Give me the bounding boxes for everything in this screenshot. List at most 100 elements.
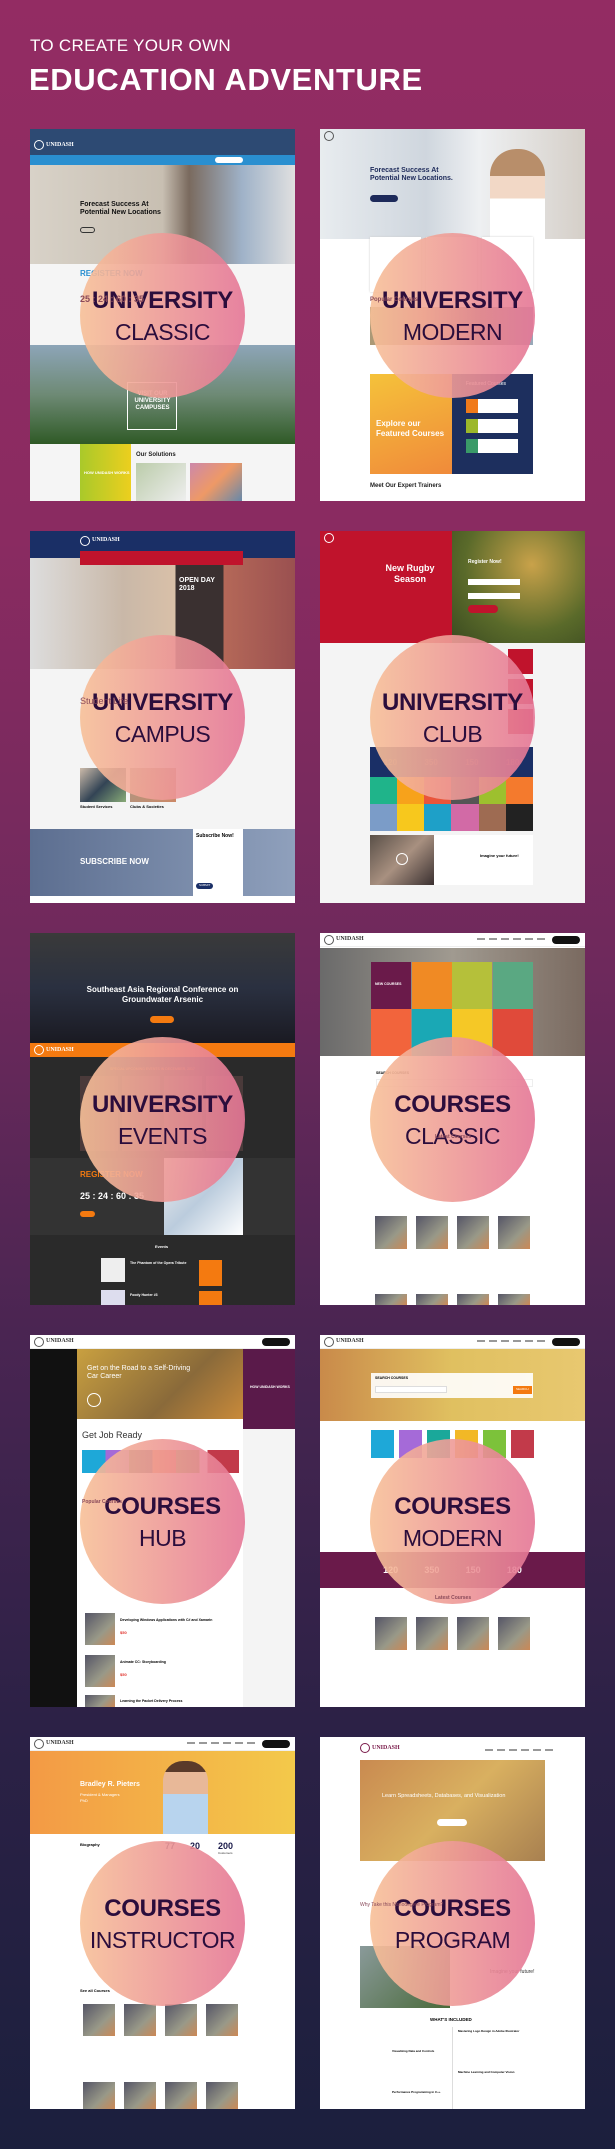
signup-button <box>262 1740 290 1748</box>
apply-button <box>215 157 243 163</box>
logo-icon <box>34 1739 44 1749</box>
biography-heading: Biography <box>80 1842 100 1847</box>
hero-person <box>490 149 545 239</box>
demo-label-badge: UNIVERSITY CLASSIC <box>80 233 245 398</box>
demo-label-badge: COURSES CLASSIC <box>370 1037 535 1202</box>
works-text: HOW UNIDASH WORKS <box>84 470 130 475</box>
email-input <box>468 593 520 599</box>
demo-subtitle: MODERN <box>402 1525 503 1551</box>
logo-text: UNIDASH <box>46 1047 74 1053</box>
event-title: The Phantom of the Opera Tribute <box>130 1261 187 1265</box>
course-thumb <box>416 1294 448 1305</box>
demo-card-courses-program[interactable]: UNIDASH Learn Spreadsheets, Databases, a… <box>320 1737 585 2109</box>
demo-label-badge: UNIVERSITY MODERN <box>370 233 535 398</box>
sport-tile <box>505 804 533 831</box>
get-ticket-button <box>80 1211 95 1217</box>
course-thumb <box>375 1617 407 1650</box>
menu-bar <box>80 551 243 565</box>
sport-tile <box>370 777 398 804</box>
imagine-panel <box>434 835 533 885</box>
featured-item <box>466 419 518 433</box>
play-icon <box>87 1393 101 1407</box>
event-title: Foody Hunter #3 <box>130 1293 158 1297</box>
demo-title: COURSES <box>394 1091 511 1118</box>
course-thumb <box>498 1216 530 1249</box>
demo-card-university-classic[interactable]: UNIDASH Forecast Success At Potential Ne… <box>30 129 295 501</box>
demo-title: COURSES <box>394 1895 511 1922</box>
logo-text: UNIDASH <box>46 142 74 148</box>
demo-title: UNIVERSITY <box>381 689 524 716</box>
demo-subtitle: PROGRAM <box>394 1927 511 1953</box>
demo-card-courses-instructor[interactable]: UNIDASH Bradley R. Pieters President & M… <box>30 1737 295 2109</box>
demo-label-badge: COURSES MODERN <box>370 1439 535 1604</box>
demo-label-badge: UNIVERSITY CAMPUS <box>80 635 245 800</box>
included-item: Performance Programming in C++ <box>392 2090 441 2094</box>
logo-text: UNIDASH <box>92 537 120 543</box>
course-thumb <box>416 1617 448 1650</box>
services-heading: Student Services <box>80 804 113 809</box>
top-nav: UNIDASH <box>320 933 585 947</box>
course-tile <box>411 962 452 1009</box>
course-thumb <box>85 1613 115 1645</box>
hero-heading: Southeast Asia Regional Conference on Gr… <box>86 985 239 1004</box>
register-button <box>150 1016 174 1023</box>
course-thumb <box>498 1617 530 1650</box>
top-nav: UNIDASH <box>320 1335 585 1349</box>
demo-title: COURSES <box>394 1493 511 1520</box>
demo-card-university-club[interactable]: New Rugby Season Register Now! 120 350 1… <box>320 531 585 903</box>
countdown: 25 : 24 : 60 : 35 <box>80 294 145 304</box>
logo-icon <box>34 140 44 150</box>
included-item: Visualizing Data and Controls <box>392 2049 435 2053</box>
nav-links <box>485 1749 555 1751</box>
hero-heading: Forecast Success At Potential New Locati… <box>80 201 161 217</box>
demo-card-courses-classic[interactable]: UNIDASH NEW COURSES SEARCH COURSES Lates… <box>320 933 585 1305</box>
course-title: Developing Windows Applications with C# … <box>120 1618 213 1622</box>
demo-card-university-campus[interactable]: UNIDASH OPEN DAY 2018 Student Life Stude… <box>30 531 295 903</box>
course-tile <box>371 1009 411 1056</box>
latest-heading: Latest Courses <box>435 1134 472 1140</box>
course-thumb <box>165 2004 197 2036</box>
subscribe-band <box>30 829 295 896</box>
signup-button <box>262 1338 290 1346</box>
hero-heading: Get on the Road to a Self-Driving Car Ca… <box>87 1365 191 1381</box>
header-title: EDUCATION ADVENTURE <box>29 62 423 97</box>
demo-card-university-events[interactable]: Southeast Asia Regional Conference on Gr… <box>30 933 295 1305</box>
course-thumb <box>85 1695 115 1707</box>
signup-button <box>552 1338 580 1346</box>
subscribe-form-heading: Subscribe Now! <box>196 833 234 839</box>
logo-text: UNIDASH <box>336 1338 364 1344</box>
search-input <box>375 1386 447 1393</box>
logo-icon <box>324 533 334 543</box>
stat-label: Customers <box>218 1851 233 1855</box>
demo-title: COURSES <box>104 1493 221 1520</box>
play-icon <box>396 853 408 865</box>
logo-text: UNIDASH <box>336 936 364 942</box>
course-thumb <box>83 2082 115 2109</box>
demo-title: COURSES <box>104 1895 221 1922</box>
demo-card-university-modern[interactable]: Forecast Success At Potential New Locati… <box>320 129 585 501</box>
solution-image <box>190 463 242 501</box>
hero-heading: Forecast Success At Potential New Locati… <box>370 167 453 183</box>
demo-label-badge: COURSES PROGRAM <box>370 1841 535 2006</box>
event-thumb <box>101 1258 125 1282</box>
demo-subtitle: MODERN <box>402 319 503 345</box>
demo-label-badge: UNIVERSITY CLUB <box>370 635 535 800</box>
why-heading: Why Take this Nanodegree Program? <box>360 1902 444 1908</box>
calendar-icon <box>199 1260 222 1286</box>
student-life-heading: Student Life <box>80 696 129 706</box>
demo-subtitle: CLUB <box>422 721 483 747</box>
see-all-heading: See all Courses <box>80 1988 110 1993</box>
new-courses-label: NEW COURSES <box>375 982 402 986</box>
popular-heading: Popular Courses <box>370 297 419 303</box>
nav-links <box>187 1742 257 1744</box>
learn-more-button <box>80 227 95 233</box>
course-price: $50 <box>120 1630 127 1635</box>
sport-tile <box>424 804 452 831</box>
demo-card-courses-hub[interactable]: UNIDASH Get on the Road to a Self-Drivin… <box>30 1335 295 1707</box>
trainers-heading: Meet Our Expert Trainers <box>370 483 442 489</box>
demo-card-courses-modern[interactable]: UNIDASH SEARCH COURSES SEARCH 120 350 15… <box>320 1335 585 1707</box>
demo-subtitle: INSTRUCTOR <box>89 1927 236 1953</box>
demo-label-badge: UNIVERSITY EVENTS <box>80 1037 245 1202</box>
solutions-heading: Our Solutions <box>136 452 176 458</box>
course-tile <box>492 962 533 1009</box>
